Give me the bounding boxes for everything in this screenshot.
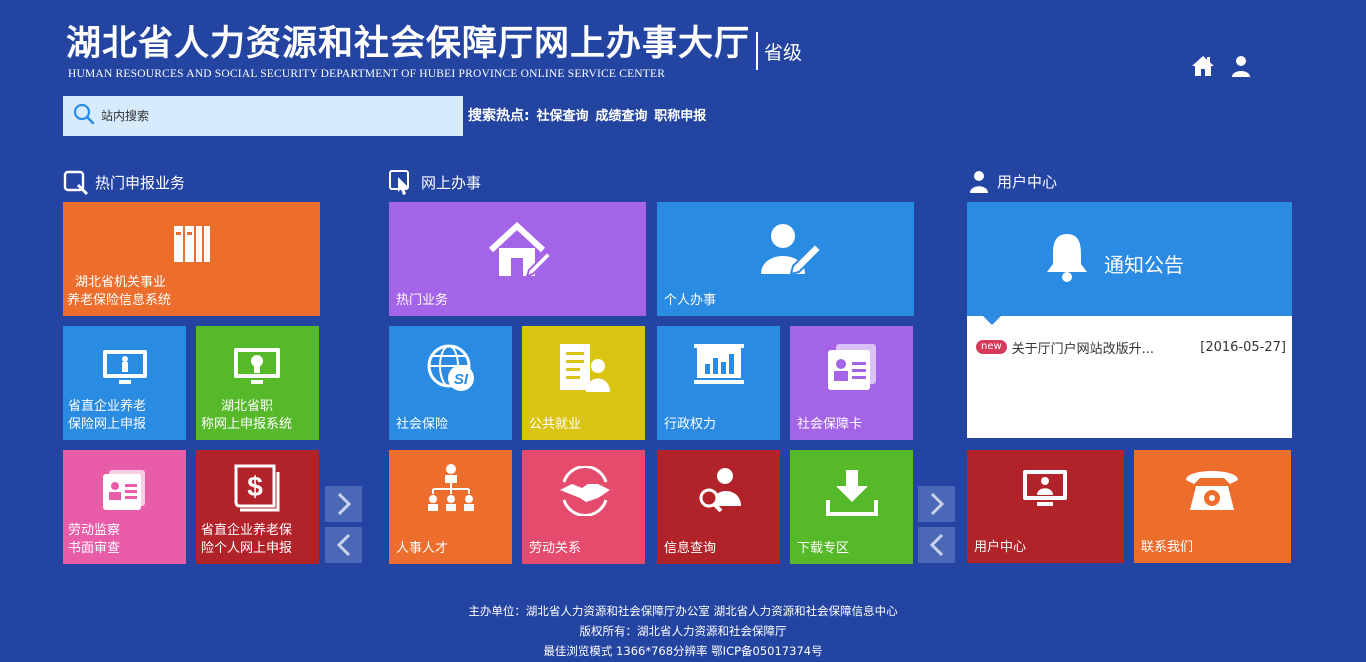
tile-labor-relations[interactable]: 劳动关系	[522, 450, 645, 564]
tile-hot-business[interactable]: 热门业务	[389, 202, 646, 316]
tile-label: 社会保障卡	[797, 417, 863, 432]
tile-labor-inspection[interactable]: 劳动监察 书面审查	[63, 450, 186, 564]
footer: 主办单位：湖北省人力资源和社会保障厅办公室 湖北省人力资源和社会保障信息中心 版…	[0, 601, 1366, 661]
hot-link-title-apply[interactable]: 职称申报	[654, 109, 706, 124]
hot-search-label: 搜索热点:	[468, 108, 530, 124]
section-online-services-label: 网上办事	[421, 174, 482, 192]
home-icon[interactable]	[1191, 54, 1215, 78]
notice-title: 通知公告	[1104, 253, 1184, 277]
tile-label: 行政权力	[664, 417, 717, 432]
tile-enterprise-pension[interactable]: 省直企业养老 保险网上申报	[63, 326, 186, 440]
footer-copyright: 版权所有：湖北省人力资源和社会保障厅	[579, 624, 787, 638]
svg-text:SI: SI	[454, 371, 469, 388]
online-next-arrow-button[interactable]	[918, 486, 955, 522]
prev-arrow-button[interactable]	[325, 527, 362, 563]
notice-item-date: [2016-05-27]	[1200, 339, 1286, 355]
chevron-right-icon	[930, 492, 944, 516]
footer-icp: 最佳浏览模式 1366*768分辨率 鄂ICP备05017374号	[543, 644, 823, 658]
hot-link-social-security[interactable]: 社保查询	[536, 109, 588, 124]
tile-label: 用户中心	[974, 540, 1027, 555]
monitor-elder-icon	[103, 350, 147, 384]
online-prev-arrow-button[interactable]	[918, 527, 955, 563]
page-subtitle-en: HUMAN RESOURCES AND SOCIAL SECURITY DEPA…	[68, 68, 666, 80]
tile-label: 人事人才	[396, 541, 449, 556]
tile-download-zone[interactable]: 下载专区	[790, 450, 913, 564]
tile-social-security-card[interactable]: 社会保障卡	[790, 326, 913, 440]
handshake-icon	[560, 466, 610, 516]
tile-personal-affairs[interactable]: 个人办事	[657, 202, 914, 316]
house-edit-icon	[488, 221, 553, 278]
hot-search: 搜索热点: 社保查询 成绩查询 职称申报	[468, 104, 706, 129]
magnifier-icon	[63, 170, 89, 196]
svg-text:$: $	[247, 471, 263, 502]
new-badge: new	[976, 340, 1007, 354]
tile-label: 劳动关系	[529, 541, 582, 556]
notice-item-title[interactable]: 关于厅门户网站改版升...	[1012, 338, 1201, 357]
user-icon[interactable]	[1229, 54, 1253, 78]
tile-social-insurance[interactable]: SI 社会保险	[389, 326, 512, 440]
search-bar	[63, 96, 463, 136]
page-title: 湖北省人力资源和社会保障厅网上办事大厅	[66, 23, 751, 64]
card-icon	[828, 344, 876, 390]
tile-label: 信息查询	[664, 541, 717, 556]
search-icon[interactable]	[63, 101, 97, 131]
tile-label: 下载专区	[797, 541, 850, 556]
notice-header[interactable]: 通知公告	[967, 202, 1292, 316]
tile-info-query[interactable]: 信息查询	[657, 450, 780, 564]
bell-icon	[1047, 234, 1087, 282]
chevron-left-icon	[336, 533, 350, 557]
user-search-icon	[699, 468, 741, 513]
tile-public-employment[interactable]: 公共就业	[522, 326, 645, 440]
chevron-left-icon	[929, 533, 943, 557]
tile-label: 公共就业	[529, 417, 582, 432]
notice-item[interactable]: new 关于厅门户网站改版升... [2016-05-27]	[976, 337, 1286, 357]
tile-administrative-power[interactable]: 行政权力	[657, 326, 780, 440]
section-hot-services-label: 热门申报业务	[95, 174, 186, 192]
globe-si-icon: SI	[427, 344, 474, 391]
title-divider	[756, 32, 758, 70]
user-edit-icon	[761, 224, 823, 276]
tile-label: 热门业务	[396, 293, 449, 308]
download-icon	[826, 470, 878, 516]
section-online-services: 网上办事	[389, 170, 481, 196]
tile-personal-pension[interactable]: $ 省直企业养老保 险个人网上申报	[196, 450, 319, 564]
hot-link-score[interactable]: 成绩查询	[595, 109, 647, 124]
tile-label: 联系我们	[1141, 540, 1194, 555]
tile-label: 社会保险	[396, 417, 449, 432]
monitor-award-icon	[234, 348, 280, 384]
tile-hubei-title-apply[interactable]: 湖北省职 称网上申报系统	[196, 326, 319, 440]
board-chart-icon	[694, 344, 744, 384]
books-icon	[174, 226, 210, 262]
tile-label: 省直企业养老 保险网上申报	[68, 399, 147, 432]
dollar-document-icon: $	[234, 464, 280, 512]
monitor-user-icon	[1023, 470, 1067, 506]
tile-label: 省直企业养老保 险个人网上申报	[201, 523, 293, 556]
next-arrow-button[interactable]	[325, 486, 362, 522]
section-user-center-label: 用户中心	[997, 173, 1058, 191]
level-label: 省级	[764, 42, 803, 64]
notice-panel: 通知公告 new 关于厅门户网站改版升... [2016-05-27]	[967, 202, 1292, 438]
section-user-center: 用户中心	[967, 170, 1057, 194]
search-input[interactable]	[101, 101, 441, 131]
tile-label: 个人办事	[664, 293, 717, 308]
notice-pointer	[983, 316, 1001, 325]
tile-label: 湖北省职 称网上申报系统	[201, 399, 293, 432]
person-icon	[970, 171, 988, 193]
phone-icon	[1186, 471, 1238, 510]
section-hot-services: 热门申报业务	[63, 170, 185, 196]
tile-label: 劳动监察 书面审查	[68, 523, 121, 556]
pointer-icon	[389, 170, 409, 195]
tile-label: 湖北省机关事业 养老保险信息系统	[67, 275, 172, 308]
document-person-icon	[560, 344, 610, 392]
org-chart-icon	[428, 464, 474, 511]
tile-contact-us[interactable]: 联系我们	[1134, 450, 1291, 563]
tile-user-center[interactable]: 用户中心	[967, 450, 1124, 563]
chevron-right-icon	[337, 492, 351, 516]
tile-hubei-pension-system[interactable]: 湖北省机关事业 养老保险信息系统	[63, 202, 320, 316]
tile-personnel-talent[interactable]: 人事人才	[389, 450, 512, 564]
id-card-icon	[103, 470, 145, 510]
footer-sponsor: 主办单位：湖北省人力资源和社会保障厅办公室 湖北省人力资源和社会保障信息中心	[468, 604, 898, 618]
